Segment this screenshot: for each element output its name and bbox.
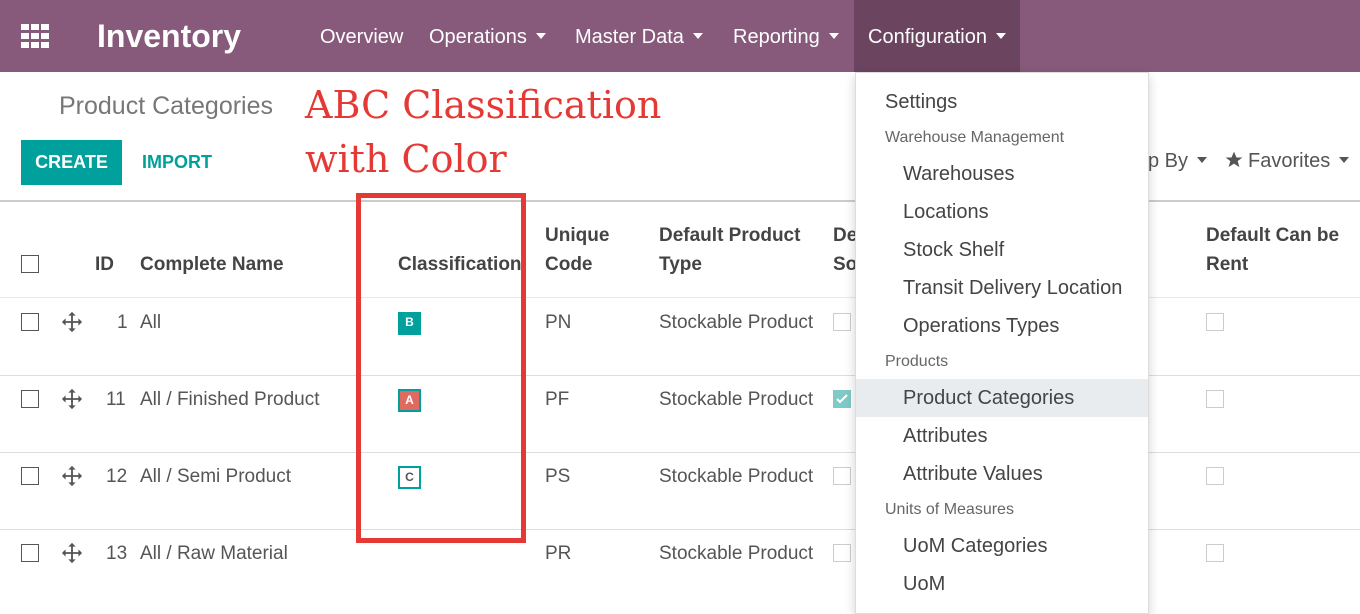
- header-line: Default Can be: [1206, 225, 1340, 246]
- caret-down-icon: [828, 32, 839, 39]
- header-line: Unique: [545, 225, 610, 246]
- cell-id: 1: [117, 312, 128, 333]
- favorites-label: Favorites: [1248, 150, 1331, 172]
- nav-configuration-label: Configuration: [868, 26, 987, 48]
- nav-master-data-label: Master Data: [575, 26, 684, 48]
- nav-reporting[interactable]: Reporting: [733, 0, 839, 72]
- can-be-rent-checkbox: [1206, 467, 1224, 485]
- configuration-dropdown-menu: Settings Warehouse Management Warehouses…: [855, 72, 1149, 614]
- drag-handle-icon[interactable]: [61, 465, 83, 487]
- column-header-partial[interactable]: De So: [833, 221, 857, 279]
- cell-complete-name[interactable]: All / Raw Material: [140, 543, 288, 565]
- column-header-complete-name[interactable]: Complete Name: [140, 250, 284, 279]
- menu-section-warehouse-management: Warehouse Management: [885, 129, 1065, 146]
- column-header-id[interactable]: ID: [95, 250, 114, 279]
- header-line: De: [833, 225, 858, 246]
- cell-product-type: Stockable Product: [659, 466, 814, 487]
- cell-checkbox: [833, 313, 851, 331]
- top-navbar: Inventory Overview Operations Master Dat…: [0, 0, 1360, 72]
- cell-id: 13: [106, 543, 128, 564]
- favorites-button[interactable]: Favorites: [1224, 150, 1350, 173]
- annotation-caption: ABC Classification with Color: [305, 78, 725, 186]
- drag-handle-icon[interactable]: [61, 311, 83, 333]
- row-select-checkbox[interactable]: [21, 544, 39, 562]
- header-line: Rent: [1206, 254, 1249, 275]
- menu-item-product-categories[interactable]: Product Categories: [856, 379, 1148, 417]
- menu-item-locations[interactable]: Locations: [856, 193, 1148, 231]
- cell-product-type: Stockable Product: [659, 543, 814, 564]
- app-brand[interactable]: Inventory: [97, 18, 241, 55]
- can-be-rent-checkbox: [1206, 313, 1224, 331]
- cell-id: 12: [106, 466, 128, 487]
- header-line: So: [833, 254, 858, 275]
- group-by-label: p By: [1148, 150, 1189, 172]
- can-be-rent-checkbox: [1206, 544, 1224, 562]
- row-separator: [0, 529, 1360, 530]
- menu-item-transit-delivery-location[interactable]: Transit Delivery Location: [856, 269, 1148, 307]
- nav-overview[interactable]: Overview: [320, 0, 403, 72]
- menu-item-warehouses[interactable]: Warehouses: [856, 155, 1148, 193]
- import-button[interactable]: IMPORT: [142, 140, 212, 185]
- menu-item-operations-types[interactable]: Operations Types: [856, 307, 1148, 345]
- nav-overview-label: Overview: [320, 26, 404, 48]
- menu-item-uom[interactable]: UoM: [856, 565, 1148, 603]
- column-header-unique-code[interactable]: Unique Code: [545, 221, 609, 279]
- header-line: Default Product: [659, 225, 801, 246]
- checkmark-icon: [836, 394, 848, 404]
- cell-product-type: Stockable Product: [659, 389, 814, 410]
- caret-down-icon: [535, 32, 546, 39]
- checked-checkbox: [833, 390, 851, 408]
- can-be-rent-checkbox: [1206, 390, 1224, 408]
- cell-unique-code: PF: [545, 389, 570, 410]
- star-icon: [1225, 151, 1243, 168]
- group-by-button[interactable]: p By: [1148, 150, 1208, 173]
- column-header-can-be-rent[interactable]: Default Can be Rent: [1206, 221, 1339, 279]
- caret-down-icon: [692, 32, 703, 39]
- row-select-checkbox[interactable]: [21, 313, 39, 331]
- nav-master-data[interactable]: Master Data: [575, 0, 703, 72]
- apps-grid-icon[interactable]: [21, 24, 49, 48]
- menu-section-units-of-measures: Units of Measures: [885, 501, 1014, 518]
- control-panel-divider: [0, 200, 1360, 202]
- header-line: Type: [659, 254, 702, 275]
- cell-id: 11: [106, 389, 126, 410]
- select-all-checkbox[interactable]: [21, 255, 39, 273]
- menu-item-uom-categories[interactable]: UoM Categories: [856, 527, 1148, 565]
- cell-unique-code: PR: [545, 543, 572, 564]
- page-title: Product Categories: [59, 92, 274, 120]
- menu-item-stock-shelf[interactable]: Stock Shelf: [856, 231, 1148, 269]
- menu-item-attribute-values[interactable]: Attribute Values: [856, 455, 1148, 493]
- row-separator: [0, 452, 1360, 453]
- cell-unique-code: PN: [545, 312, 572, 333]
- nav-reporting-label: Reporting: [733, 26, 820, 48]
- annotation-line: ABC Classification: [305, 83, 662, 127]
- menu-section-products: Products: [885, 353, 949, 370]
- row-separator: [0, 375, 1360, 376]
- nav-operations-label: Operations: [429, 26, 527, 48]
- nav-operations[interactable]: Operations: [429, 0, 546, 72]
- row-select-checkbox[interactable]: [21, 390, 39, 408]
- caret-down-icon: [1197, 156, 1208, 163]
- annotation-line: with Color: [305, 137, 507, 181]
- cell-complete-name[interactable]: All / Semi Product: [140, 466, 291, 488]
- caret-down-icon: [995, 32, 1006, 39]
- caret-down-icon: [1339, 156, 1350, 163]
- column-header-product-type[interactable]: Default Product Type: [659, 221, 800, 279]
- annotation-highlight-box: [356, 193, 526, 543]
- cell-complete-name[interactable]: All / Finished Product: [140, 389, 320, 411]
- cell-product-type: Stockable Product: [659, 312, 814, 333]
- nav-configuration[interactable]: Configuration: [854, 0, 1020, 72]
- header-separator: [0, 297, 1360, 298]
- cell-checkbox: [833, 467, 851, 485]
- create-button[interactable]: CREATE: [21, 140, 122, 185]
- header-line: Code: [545, 254, 593, 275]
- row-select-checkbox[interactable]: [21, 467, 39, 485]
- drag-handle-icon[interactable]: [61, 388, 83, 410]
- cell-unique-code: PS: [545, 466, 571, 487]
- menu-item-settings[interactable]: Settings: [856, 83, 1148, 121]
- cell-complete-name[interactable]: All: [140, 312, 161, 334]
- menu-item-attributes[interactable]: Attributes: [856, 417, 1148, 455]
- drag-handle-icon[interactable]: [61, 542, 83, 564]
- cell-checkbox: [833, 544, 851, 562]
